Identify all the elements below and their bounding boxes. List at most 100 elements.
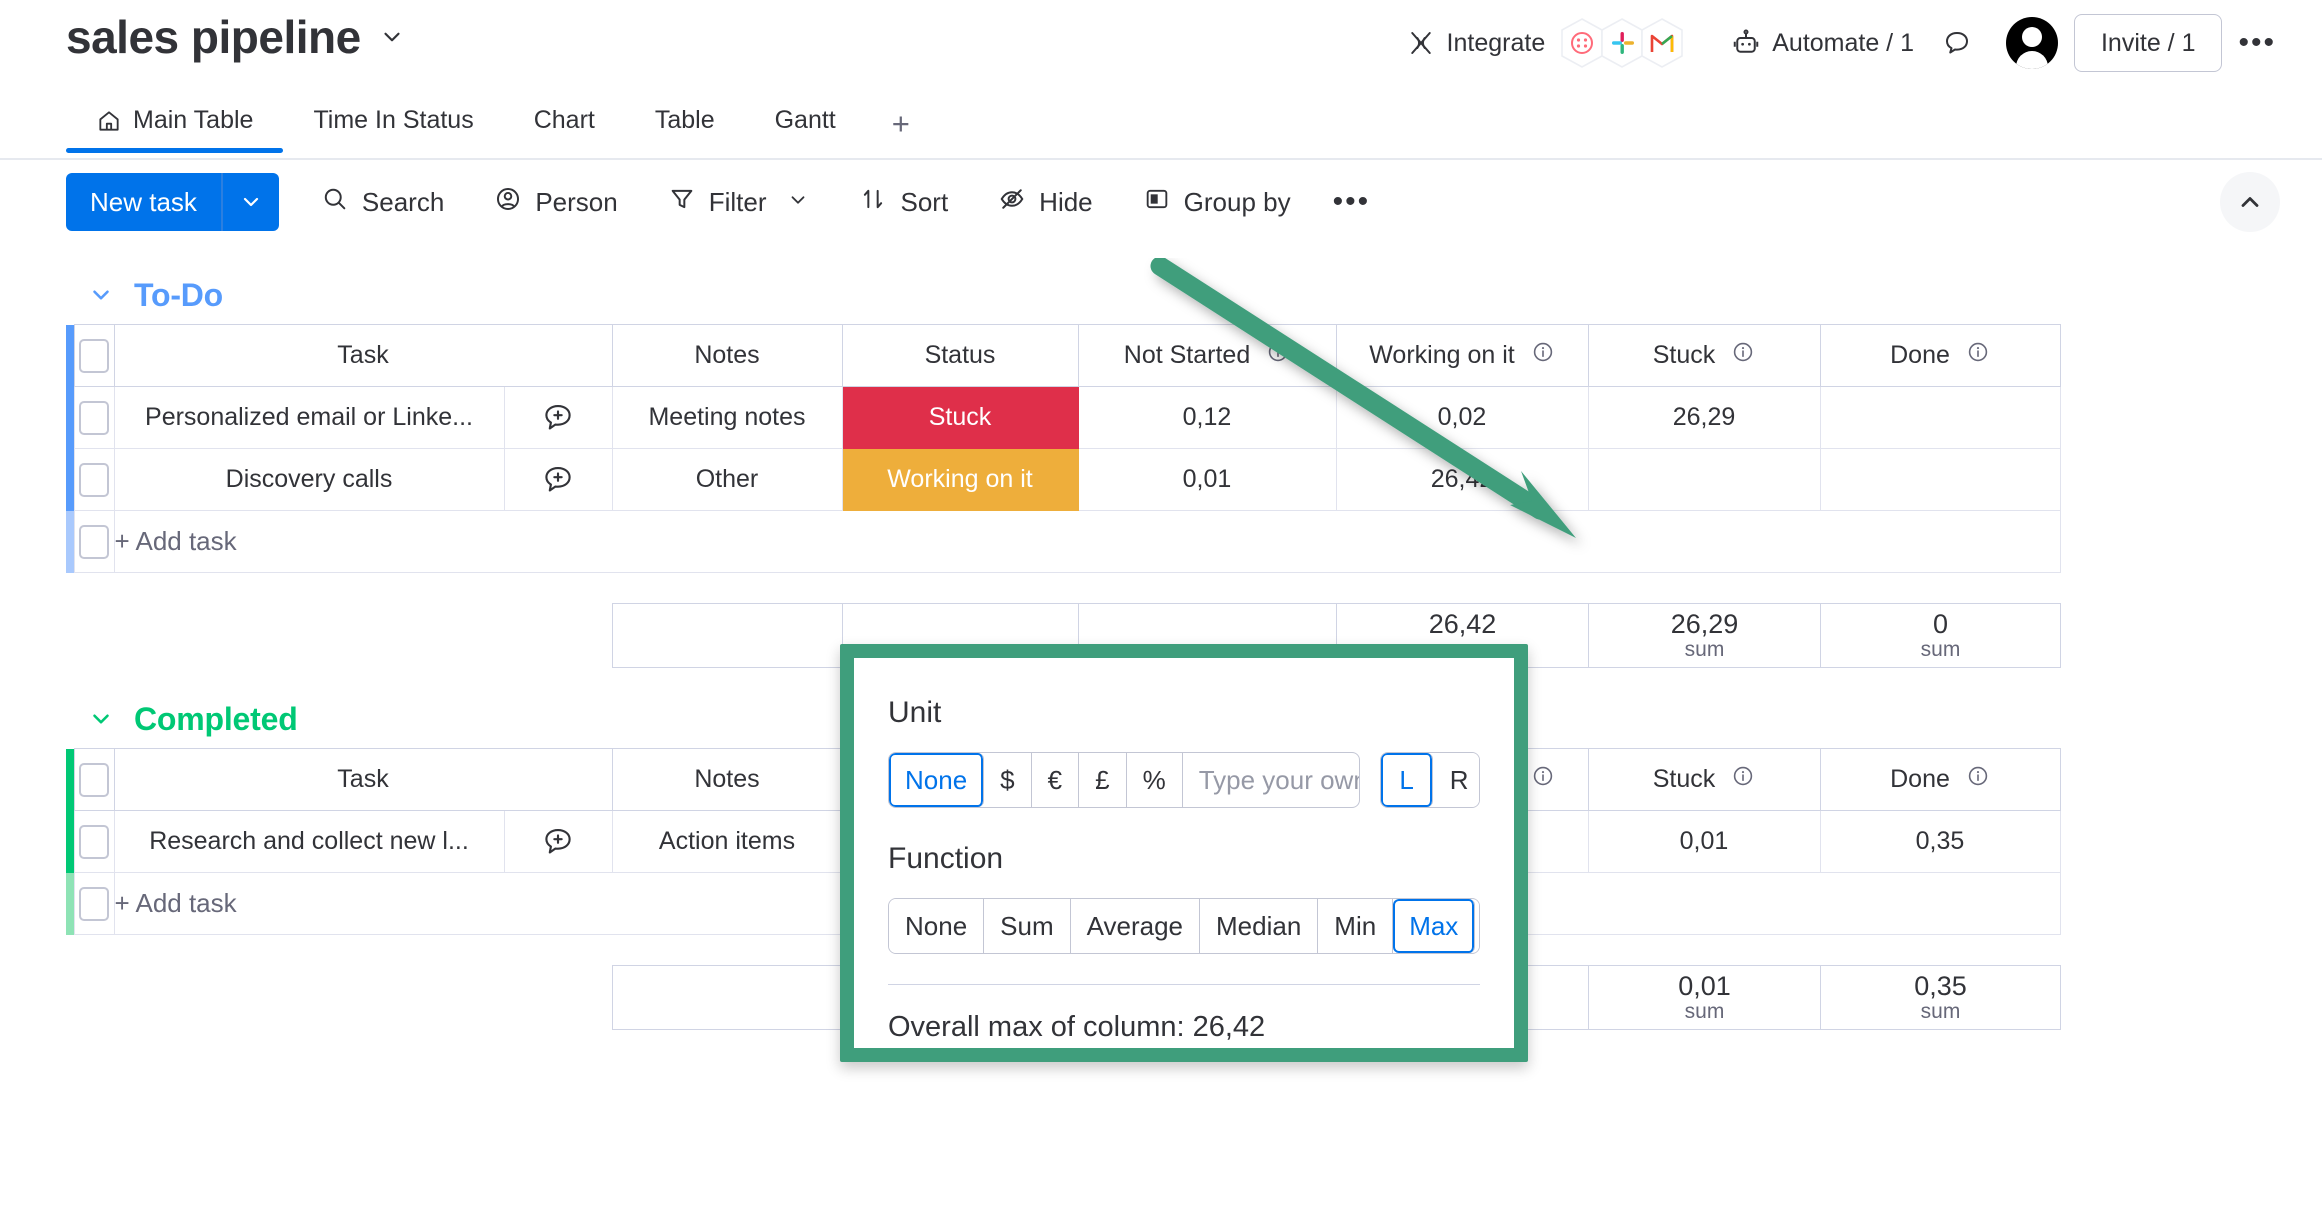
cell-comment[interactable] — [504, 387, 612, 449]
summary-cell-notes[interactable] — [613, 966, 843, 1030]
add-comment-icon[interactable] — [505, 825, 612, 859]
checkbox[interactable] — [79, 401, 109, 435]
add-comment-icon[interactable] — [505, 463, 612, 497]
invite-button[interactable]: Invite / 1 — [2074, 14, 2223, 72]
add-view-button[interactable]: + — [866, 106, 936, 158]
add-task-row[interactable]: + Add task — [66, 511, 2060, 573]
unit-option-dollar[interactable]: $ — [984, 753, 1031, 807]
function-option-sum[interactable]: Sum — [984, 899, 1070, 953]
select-all-cell[interactable] — [74, 325, 114, 387]
tab-time-in-status[interactable]: Time In Status — [283, 106, 503, 151]
checkbox[interactable] — [79, 525, 109, 559]
cell-task[interactable]: Personalized email or Linke... — [114, 387, 504, 449]
hide-button[interactable]: Hide — [990, 173, 1100, 231]
column-header-task[interactable]: Task — [114, 749, 612, 811]
cell-working-on-it[interactable]: 0,02 — [1336, 387, 1588, 449]
select-all-checkbox[interactable] — [79, 763, 109, 797]
cell-stuck[interactable]: 0,01 — [1588, 811, 1820, 873]
chevron-down-icon[interactable] — [787, 187, 809, 218]
summary-cell-done[interactable]: 0,35sum — [1821, 966, 2061, 1030]
group-by-button[interactable]: Group by — [1135, 173, 1299, 231]
cell-done[interactable]: 0,35 — [1820, 811, 2060, 873]
toolbar-more-button[interactable]: ••• — [1333, 185, 1371, 219]
inbox-button[interactable] — [1928, 14, 1986, 72]
cell-not-started[interactable]: 0,12 — [1078, 387, 1336, 449]
tab-gantt[interactable]: Gantt — [745, 106, 866, 151]
cell-task[interactable]: Discovery calls — [114, 449, 504, 511]
info-icon[interactable] — [1731, 340, 1755, 371]
cell-done[interactable] — [1820, 387, 2060, 449]
cell-stuck[interactable] — [1588, 449, 1820, 511]
column-header-status[interactable]: Status — [842, 325, 1078, 387]
cell-comment[interactable] — [504, 449, 612, 511]
unit-custom-input[interactable]: Type your own — [1183, 753, 1359, 807]
info-icon[interactable] — [1966, 340, 1990, 371]
cell-notes[interactable]: Meeting notes — [612, 387, 842, 449]
sort-button[interactable]: Sort — [851, 173, 956, 231]
cell-notes[interactable]: Other — [612, 449, 842, 511]
function-option-count[interactable]: Count — [1475, 899, 1480, 953]
info-icon[interactable] — [1531, 340, 1555, 371]
unit-option-none[interactable]: None — [889, 753, 984, 807]
select-all-checkbox[interactable] — [79, 339, 109, 373]
cell-comment[interactable] — [504, 811, 612, 873]
column-header-done[interactable]: Done — [1820, 325, 2060, 387]
cell-stuck[interactable]: 26,29 — [1588, 387, 1820, 449]
info-icon[interactable] — [1266, 340, 1290, 371]
checkbox[interactable] — [79, 887, 109, 921]
column-header-notes[interactable]: Notes — [612, 325, 842, 387]
cell-notes[interactable]: Action items — [612, 811, 842, 873]
board-more-menu-button[interactable]: ••• — [2222, 14, 2292, 72]
column-header-not-started[interactable]: Not Started — [1078, 325, 1336, 387]
chevron-down-icon[interactable] — [88, 282, 114, 308]
column-header-stuck[interactable]: Stuck — [1588, 749, 1820, 811]
function-option-min[interactable]: Min — [1318, 899, 1393, 953]
cell-not-started[interactable]: 0,01 — [1078, 449, 1336, 511]
tab-chart[interactable]: Chart — [504, 106, 625, 151]
column-header-task[interactable]: Task — [114, 325, 612, 387]
select-all-cell[interactable] — [74, 749, 114, 811]
info-icon[interactable] — [1966, 764, 1990, 795]
unit-option-pound[interactable]: £ — [1079, 753, 1126, 807]
new-task-button[interactable]: New task — [66, 173, 279, 231]
function-option-none[interactable]: None — [889, 899, 984, 953]
chevron-down-icon[interactable] — [88, 706, 114, 732]
cell-working-on-it[interactable]: 26,42 — [1336, 449, 1588, 511]
gmail-icon[interactable] — [1639, 17, 1685, 69]
align-option-right[interactable]: R — [1433, 753, 1480, 807]
search-button[interactable]: Search — [313, 173, 452, 231]
summary-cell-done[interactable]: 0sum — [1821, 604, 2061, 668]
row-checkbox-cell[interactable] — [74, 811, 114, 873]
collapse-toolbar-button[interactable] — [2220, 172, 2280, 232]
table-row[interactable]: Discovery calls OtherWorking on it0,0126,… — [66, 449, 2060, 511]
tab-main-table[interactable]: Main Table — [66, 106, 283, 151]
add-task-button[interactable]: + Add task — [114, 511, 2060, 573]
table-row[interactable]: Personalized email or Linke... Meeting no… — [66, 387, 2060, 449]
info-icon[interactable] — [1531, 764, 1555, 795]
cell-task[interactable]: Research and collect new l... — [114, 811, 504, 873]
avatar[interactable] — [2006, 17, 2058, 69]
filter-button[interactable]: Filter — [660, 173, 818, 231]
cell-status[interactable]: Working on it — [842, 449, 1078, 511]
group-title[interactable]: To-Do — [134, 277, 223, 314]
function-option-max[interactable]: Max — [1393, 899, 1475, 953]
summary-cell-stuck[interactable]: 26,29sum — [1589, 604, 1821, 668]
function-option-average[interactable]: Average — [1071, 899, 1200, 953]
function-option-median[interactable]: Median — [1200, 899, 1318, 953]
cell-status[interactable]: Stuck — [842, 387, 1078, 449]
automate-button[interactable]: Automate / 1 — [1717, 14, 1928, 72]
row-checkbox-cell[interactable] — [74, 449, 114, 511]
tab-table[interactable]: Table — [625, 106, 745, 151]
row-checkbox-cell[interactable] — [74, 387, 114, 449]
column-header-stuck[interactable]: Stuck — [1588, 325, 1820, 387]
group-title[interactable]: Completed — [134, 701, 298, 738]
checkbox[interactable] — [79, 825, 109, 859]
summary-cell-notes[interactable] — [613, 604, 843, 668]
unit-option-euro[interactable]: € — [1032, 753, 1079, 807]
board-title-group[interactable]: sales pipeline — [66, 14, 405, 60]
new-task-dropdown-toggle[interactable] — [223, 173, 279, 231]
info-icon[interactable] — [1731, 764, 1755, 795]
integrate-button[interactable]: Integrate — [1392, 14, 1560, 72]
summary-cell-stuck[interactable]: 0,01sum — [1589, 966, 1821, 1030]
column-header-done[interactable]: Done — [1820, 749, 2060, 811]
